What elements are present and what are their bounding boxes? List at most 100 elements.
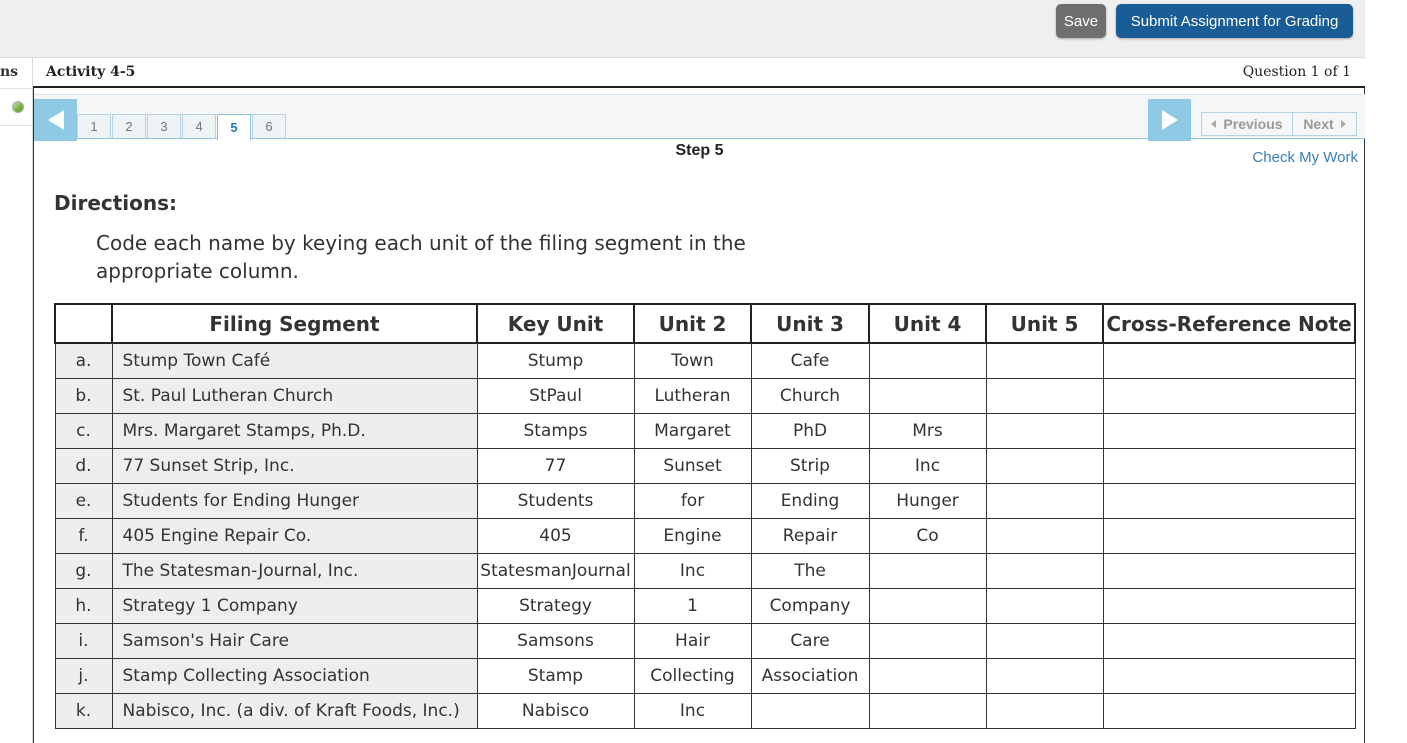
column-header-filing-segment: Filing Segment [111,303,478,344]
unit-2-input[interactable]: Engine [633,518,752,554]
unit-5-input[interactable] [985,483,1104,519]
directions-text: Code each name by keying each unit of th… [96,231,746,283]
row-label: d. [54,448,113,484]
unit-2-input[interactable]: for [633,483,752,519]
key-unit-input[interactable]: Stamp [476,658,635,694]
table-row: e. Students for Ending Hunger Students for E… [54,483,1356,519]
table-row: i. Samson's Hair Care Samsons Hair Care [54,623,1356,659]
unit-3-input[interactable]: The [750,553,870,589]
step-tab[interactable]: 6 [252,114,286,138]
unit-5-input[interactable] [985,693,1104,729]
row-label: a. [54,342,113,379]
cross-reference-note-input[interactable] [1102,518,1356,554]
check-my-work-link[interactable]: Check My Work [1252,149,1358,166]
cross-reference-note-input[interactable] [1102,342,1356,379]
cross-reference-note-input[interactable] [1102,448,1356,484]
activity-title: Activity 4-5 [46,64,136,80]
unit-4-input[interactable] [868,623,987,659]
unit-4-input[interactable] [868,378,987,414]
submit-assignment-button[interactable]: Submit Assignment for Grading [1116,4,1353,38]
cross-reference-note-input[interactable] [1102,588,1356,624]
cross-reference-note-input[interactable] [1102,413,1356,449]
unit-5-input[interactable] [985,623,1104,659]
progress-status-icon [12,101,24,113]
unit-2-input[interactable]: Sunset [633,448,752,484]
unit-4-input[interactable]: Inc [868,448,987,484]
key-unit-input[interactable]: Nabisco [476,693,635,729]
unit-3-input[interactable]: Company [750,588,870,624]
cross-reference-note-input[interactable] [1102,623,1356,659]
key-unit-input[interactable]: 405 [476,518,635,554]
column-header-cross-reference: Cross-Reference Note [1102,303,1356,344]
unit-5-input[interactable] [985,588,1104,624]
key-unit-input[interactable]: Stamps [476,413,635,449]
unit-4-input[interactable]: Hunger [868,483,987,519]
row-label: k. [54,693,113,729]
unit-5-input[interactable] [985,342,1104,379]
key-unit-input[interactable]: Samsons [476,623,635,659]
table-header-row: Filing Segment Key Unit Unit 2 Unit 3 Un… [54,303,1356,344]
step-tab[interactable]: 1 [77,114,111,138]
key-unit-input[interactable]: StPaul [476,378,635,414]
column-header-unit-3: Unit 3 [750,303,870,344]
filing-segment-cell: Students for Ending Hunger [111,483,478,519]
cross-reference-note-input[interactable] [1102,693,1356,729]
unit-5-input[interactable] [985,378,1104,414]
table-row: k. Nabisco, Inc. (a div. of Kraft Foods, … [54,693,1356,729]
row-label: f. [54,518,113,554]
unit-5-input[interactable] [985,658,1104,694]
unit-2-input[interactable]: Collecting [633,658,752,694]
unit-3-input[interactable]: Care [750,623,870,659]
key-unit-input[interactable]: Stump [476,342,635,379]
previous-step-arrow[interactable] [34,99,77,141]
unit-4-input[interactable] [868,588,987,624]
unit-3-input[interactable]: Cafe [750,342,870,379]
row-label: h. [54,588,113,624]
unit-3-input[interactable]: Repair [750,518,870,554]
unit-3-input[interactable]: Strip [750,448,870,484]
unit-4-input[interactable] [868,658,987,694]
cross-reference-note-input[interactable] [1102,378,1356,414]
key-unit-input[interactable]: Students [476,483,635,519]
unit-3-input[interactable]: PhD [750,413,870,449]
unit-5-input[interactable] [985,413,1104,449]
unit-2-input[interactable]: Inc [633,553,752,589]
unit-4-input[interactable] [868,693,987,729]
unit-3-input[interactable] [750,693,870,729]
next-button[interactable]: Next [1292,112,1357,136]
unit-2-input[interactable]: Lutheran [633,378,752,414]
previous-button[interactable]: Previous [1201,112,1293,136]
unit-5-input[interactable] [985,448,1104,484]
filing-segment-cell: 405 Engine Repair Co. [111,518,478,554]
unit-3-input[interactable]: Association [750,658,870,694]
key-unit-input[interactable]: 77 [476,448,635,484]
step-tab-active[interactable]: 5 [217,114,251,140]
next-step-arrow[interactable] [1148,99,1191,141]
filing-segment-cell: Stump Town Café [111,342,478,379]
unit-4-input[interactable]: Co [868,518,987,554]
filing-segment-cell: Stamp Collecting Association [111,658,478,694]
unit-4-input[interactable]: Mrs [868,413,987,449]
unit-5-input[interactable] [985,518,1104,554]
unit-2-input[interactable]: 1 [633,588,752,624]
cross-reference-note-input[interactable] [1102,483,1356,519]
save-button[interactable]: Save [1056,4,1106,38]
unit-2-input[interactable]: Margaret [633,413,752,449]
row-label: i. [54,623,113,659]
key-unit-input[interactable]: Strategy [476,588,635,624]
step-tab[interactable]: 4 [182,114,216,138]
unit-4-input[interactable] [868,553,987,589]
unit-2-input[interactable]: Hair [633,623,752,659]
unit-5-input[interactable] [985,553,1104,589]
key-unit-input[interactable]: StatesmanJournal [476,553,635,589]
unit-4-input[interactable] [868,342,987,379]
unit-2-input[interactable]: Town [633,342,752,379]
unit-3-input[interactable]: Ending [750,483,870,519]
unit-3-input[interactable]: Church [750,378,870,414]
cross-reference-note-input[interactable] [1102,658,1356,694]
step-tab[interactable]: 3 [147,114,181,138]
cross-reference-note-input[interactable] [1102,553,1356,589]
question-list-item[interactable] [0,88,32,126]
step-tab[interactable]: 2 [112,114,146,138]
unit-2-input[interactable]: Inc [633,693,752,729]
